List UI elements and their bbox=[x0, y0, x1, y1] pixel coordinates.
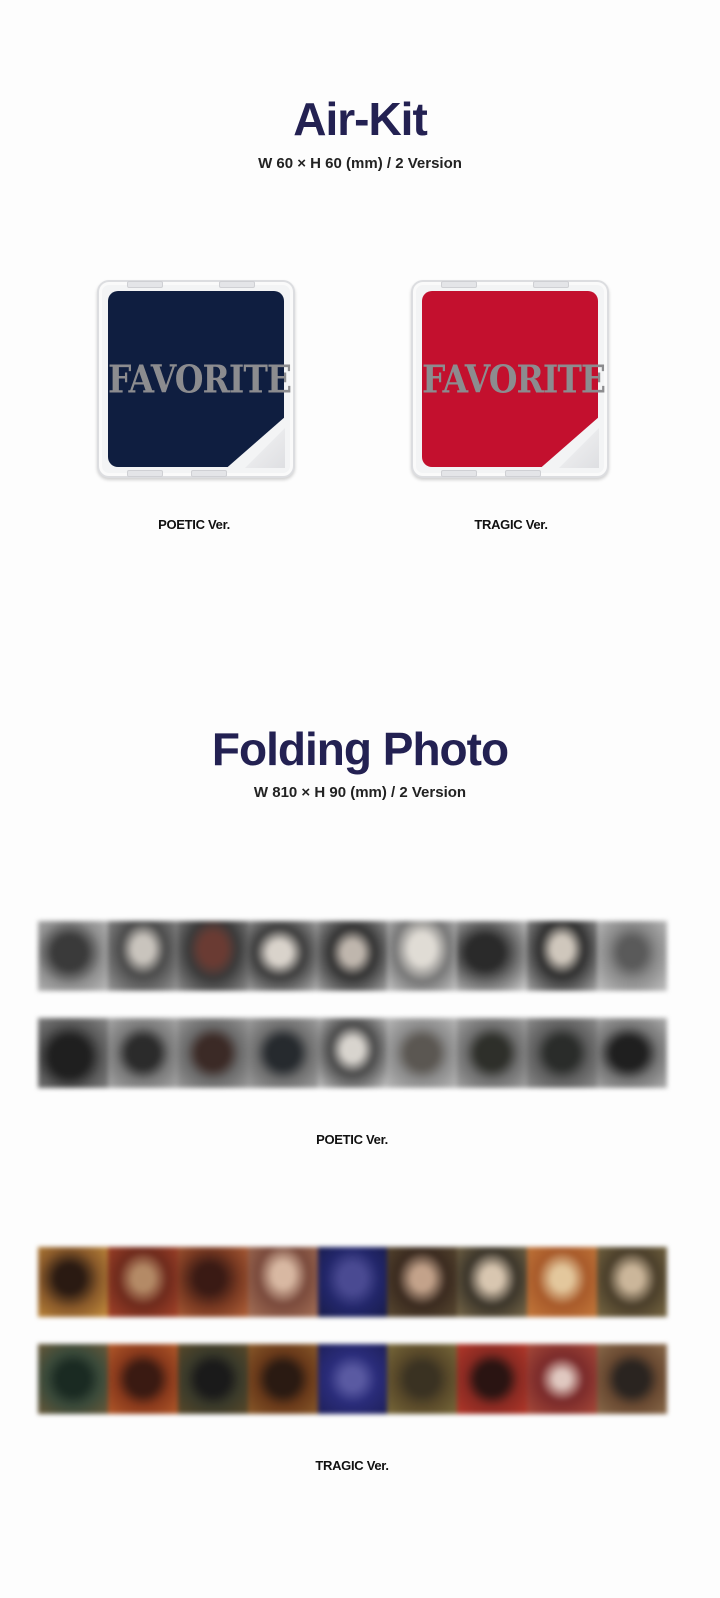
favorite-logo: FAVORITE bbox=[422, 357, 606, 402]
photo-panel bbox=[107, 1344, 178, 1414]
photo-panel bbox=[457, 1247, 528, 1317]
folding-photo-poetic-strip-2 bbox=[38, 1018, 667, 1088]
photo-panel bbox=[457, 1018, 528, 1088]
photo-panel bbox=[247, 1344, 318, 1414]
photo-panel bbox=[387, 1344, 458, 1414]
photo-panel bbox=[527, 1344, 598, 1414]
photo-panel bbox=[38, 1247, 108, 1317]
air-kit-poetic-caption: POETIC Ver. bbox=[158, 517, 230, 532]
case-tab bbox=[191, 470, 227, 477]
photo-panel bbox=[597, 1018, 667, 1088]
folding-photo-spec: W 810 × H 90 (mm) / 2 Version bbox=[253, 784, 467, 801]
case-tab bbox=[441, 281, 477, 288]
air-kit-title: Air-Kit bbox=[293, 93, 428, 145]
photo-panel bbox=[317, 1247, 388, 1317]
favorite-logo: FAVORITE bbox=[108, 357, 292, 402]
photo-panel bbox=[38, 1344, 108, 1414]
photo-panel bbox=[107, 1247, 178, 1317]
case-tab bbox=[441, 470, 477, 477]
photo-panel bbox=[177, 1018, 248, 1088]
photo-panel bbox=[387, 1247, 458, 1317]
photo-panel bbox=[247, 921, 318, 991]
case-tab bbox=[127, 470, 163, 477]
folding-photo-tragic-caption: TRAGIC Ver. bbox=[315, 1458, 389, 1473]
photo-panel bbox=[247, 1247, 318, 1317]
air-kit-tragic-image: FAVORITE bbox=[411, 280, 609, 478]
photo-panel bbox=[107, 1018, 178, 1088]
case-tab bbox=[505, 470, 541, 477]
photo-panel bbox=[317, 1018, 388, 1088]
folding-photo-tragic-strip-1 bbox=[38, 1247, 667, 1317]
photo-panel bbox=[177, 1247, 248, 1317]
folding-photo-title: Folding Photo bbox=[211, 723, 509, 775]
photo-panel bbox=[177, 921, 248, 991]
photo-panel bbox=[317, 1344, 388, 1414]
photo-panel bbox=[597, 1247, 667, 1317]
photo-panel bbox=[38, 1018, 108, 1088]
case-tab bbox=[219, 281, 255, 288]
photo-panel bbox=[177, 1344, 248, 1414]
air-kit-tragic-caption: TRAGIC Ver. bbox=[474, 517, 548, 532]
photo-panel bbox=[527, 921, 598, 991]
photo-panel bbox=[527, 1018, 598, 1088]
photo-panel bbox=[457, 921, 528, 991]
photo-panel bbox=[107, 921, 178, 991]
case-tab bbox=[533, 281, 569, 288]
case-tab bbox=[127, 281, 163, 288]
photo-panel bbox=[387, 1018, 458, 1088]
photo-panel bbox=[597, 921, 667, 991]
photo-panel bbox=[38, 921, 108, 991]
photo-panel bbox=[387, 921, 458, 991]
air-kit-poetic-image: FAVORITE bbox=[97, 280, 295, 478]
folding-photo-tragic-strip-2 bbox=[38, 1344, 667, 1414]
photo-panel bbox=[247, 1018, 318, 1088]
photo-panel bbox=[317, 921, 388, 991]
air-kit-spec: W 60 × H 60 (mm) / 2 Version bbox=[258, 155, 462, 172]
folding-photo-poetic-caption: POETIC Ver. bbox=[316, 1132, 388, 1147]
photo-panel bbox=[527, 1247, 598, 1317]
photo-panel bbox=[457, 1344, 528, 1414]
photo-panel bbox=[597, 1344, 667, 1414]
folding-photo-poetic-strip-1 bbox=[38, 921, 667, 991]
